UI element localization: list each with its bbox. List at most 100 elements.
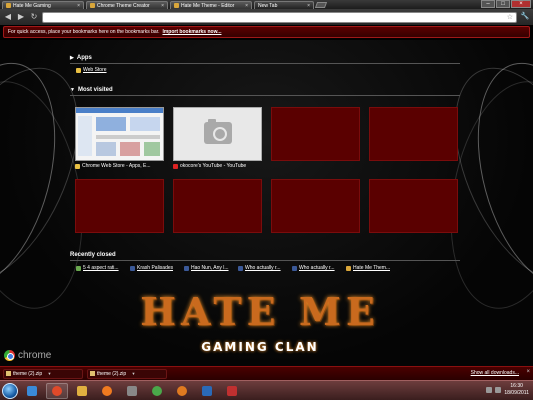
network-icon[interactable]: [486, 387, 493, 393]
most-visited-section-header[interactable]: ▼ Most visited: [70, 87, 113, 93]
chevron-down-icon[interactable]: ▼: [48, 371, 81, 376]
most-visited-tile-empty: [369, 107, 458, 161]
recently-closed-item[interactable]: Hao Nun, Any l...: [184, 265, 232, 271]
app-web-store[interactable]: Web Store: [76, 67, 107, 73]
tab-title: Chrome Theme Creator: [97, 2, 150, 9]
tab-close-icon[interactable]: ×: [161, 3, 164, 9]
forward-icon[interactable]: ▶: [16, 12, 26, 22]
recently-closed-item[interactable]: Krash Palisades: [130, 265, 178, 271]
theme-logo-title: HATE ME: [140, 289, 380, 334]
address-input[interactable]: [43, 12, 516, 22]
clock-time: 16:30: [510, 383, 523, 389]
tab-1[interactable]: Hate Me Gaming ×: [2, 1, 84, 9]
window-controls: – □ ×: [481, 0, 531, 8]
tab-close-icon[interactable]: ×: [307, 3, 310, 9]
folder-icon: [77, 385, 87, 396]
back-icon[interactable]: ◀: [3, 12, 13, 22]
most-visited-heading: Most visited: [77, 87, 113, 93]
tile-title: Chrome Web Store - Apps, E...: [82, 163, 151, 169]
page-favicon-icon: [76, 265, 81, 271]
most-visited-tile-empty: [173, 179, 262, 233]
tab-4-active[interactable]: New Tab ×: [254, 1, 314, 9]
show-all-downloads[interactable]: Show all downloads...: [471, 370, 519, 376]
volume-icon[interactable]: [495, 387, 502, 393]
favicon-icon: [6, 3, 11, 8]
thumbnail-sidebar: [78, 116, 92, 156]
taskbar-utorrent[interactable]: [146, 383, 168, 399]
recently-closed-item[interactable]: 5 4 aspect rati...: [76, 265, 124, 271]
recently-closed-title: Hate Me Them...: [353, 265, 391, 271]
chevron-down-icon[interactable]: ▼: [132, 371, 165, 376]
tab-2[interactable]: Chrome Theme Creator ×: [86, 1, 168, 9]
tile-label[interactable]: Chrome Web Store - Apps, E...: [75, 163, 164, 169]
toolbar: ◀ ▶ ↻ ☆ 🔧: [0, 9, 533, 25]
most-visited-tile-empty: [271, 107, 360, 161]
import-bookmarks-link[interactable]: Import bookmarks now...: [162, 29, 221, 35]
firefox-icon: [177, 385, 187, 396]
most-visited-tile[interactable]: [75, 107, 164, 161]
tab-title: New Tab: [258, 2, 278, 9]
facebook-icon: [184, 265, 189, 271]
clock[interactable]: 16:30 18/09/2011: [504, 383, 529, 397]
recently-closed-title: Who actually r...: [299, 265, 335, 271]
tab-strip: Hate Me Gaming × Chrome Theme Creator × …: [0, 0, 533, 9]
system-tray: 16:30 18/09/2011: [486, 383, 529, 397]
most-visited-tile[interactable]: [173, 107, 262, 161]
new-tab-button[interactable]: [314, 2, 328, 8]
recently-closed-item[interactable]: Hate Me Them...: [346, 265, 394, 271]
collapse-arrow-icon: ▼: [70, 87, 75, 93]
most-visited-tile-empty: [369, 179, 458, 233]
thumbnail-block: [96, 135, 160, 139]
taskbar-internet-explorer[interactable]: [21, 383, 43, 399]
minimize-button[interactable]: –: [481, 0, 495, 8]
recently-closed-title: Krash Palisades: [137, 265, 174, 271]
tab-close-icon[interactable]: ×: [77, 3, 80, 9]
download-item[interactable]: theme (2).zip ▼: [3, 368, 83, 379]
thumbnail-block: [130, 117, 160, 131]
show-all-downloads-link[interactable]: Show all downloads...: [471, 370, 519, 376]
winamp-icon: [227, 385, 237, 396]
taskbar-media-player[interactable]: [96, 383, 118, 399]
taskbar-chrome[interactable]: [46, 382, 68, 399]
tab-title: Hate Me Theme - Editor: [181, 2, 235, 9]
bookmarks-bar-message: For quick access, place your bookmarks h…: [8, 29, 160, 35]
bookmark-star-icon[interactable]: ☆: [507, 13, 513, 22]
start-button[interactable]: [2, 382, 18, 399]
youtube-icon: [173, 163, 178, 169]
apps-section-header[interactable]: ▶ Apps: [70, 55, 92, 61]
recently-closed-item[interactable]: Who actually r...: [238, 265, 286, 271]
web-store-icon: [76, 67, 81, 73]
favicon-icon: [174, 3, 179, 8]
download-filename: theme (2).zip: [97, 370, 127, 377]
utorrent-icon: [152, 385, 162, 396]
taskbar-steam[interactable]: [121, 383, 143, 399]
close-shelf-icon[interactable]: ×: [526, 369, 530, 375]
page-favicon-icon: [346, 265, 351, 271]
download-item[interactable]: theme (2).zip ▼: [87, 368, 167, 379]
favicon-icon: [90, 3, 95, 8]
reload-icon[interactable]: ↻: [29, 12, 39, 22]
taskbar-photoshop[interactable]: [196, 383, 218, 399]
clock-date: 18/09/2011: [504, 390, 529, 396]
taskbar-winamp[interactable]: [221, 383, 243, 399]
recently-closed-title: 5 4 aspect rati...: [83, 265, 119, 271]
section-divider: [70, 260, 460, 261]
download-filename: theme (2).zip: [13, 370, 43, 377]
taskbar-firefox[interactable]: [171, 383, 193, 399]
theme-logo: HATE ME GAMING CLAN: [140, 285, 380, 360]
chrome-logo-icon: [4, 350, 15, 361]
zip-file-icon: [6, 371, 11, 376]
expand-arrow-icon: ▶: [70, 55, 74, 61]
wrench-menu-icon[interactable]: 🔧: [520, 12, 530, 22]
tile-label[interactable]: okocore's YouTube - YouTube: [173, 163, 262, 169]
thumbnail-block: [120, 142, 140, 156]
maximize-button[interactable]: □: [496, 0, 510, 8]
tab-close-icon[interactable]: ×: [245, 3, 248, 9]
tab-3[interactable]: Hate Me Theme - Editor ×: [170, 1, 252, 9]
recently-closed-heading: Recently closed: [70, 252, 116, 258]
photoshop-icon: [202, 385, 212, 396]
close-window-button[interactable]: ×: [511, 0, 531, 8]
chrome-brand-label: chrome: [18, 350, 52, 361]
taskbar-explorer[interactable]: [71, 383, 93, 399]
recently-closed-item[interactable]: Who actually r...: [292, 265, 340, 271]
